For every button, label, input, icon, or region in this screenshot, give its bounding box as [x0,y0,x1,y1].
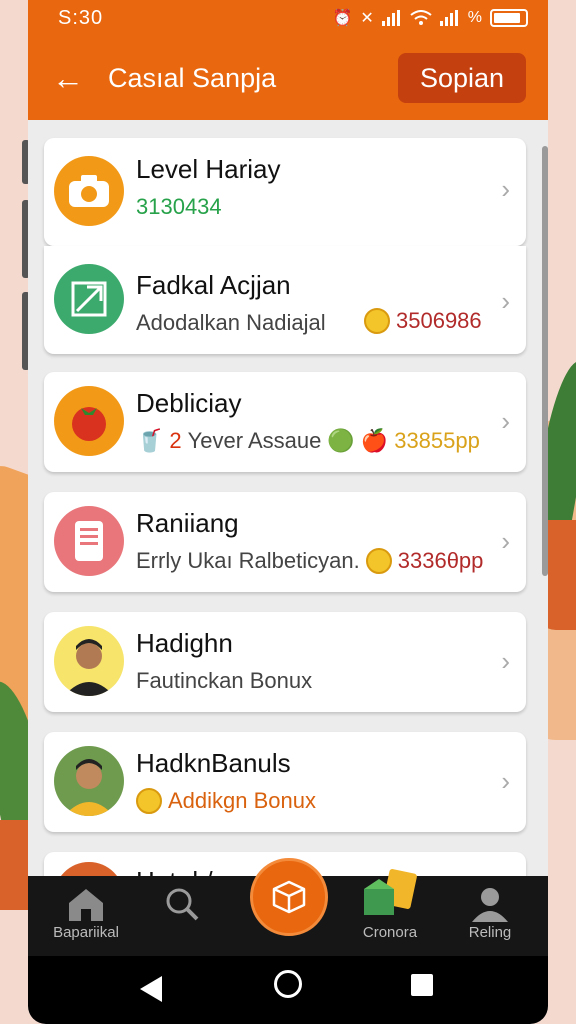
chevron-right-icon: › [501,766,510,796]
chevron-right-icon: › [501,526,510,556]
percent-icon: % [467,9,482,26]
chevron-right-icon: › [501,174,510,204]
chevron-right-icon: › [501,286,510,316]
scrollbar[interactable] [542,146,548,576]
item-subtitle-text: Adodalkan Nadiajal [136,310,326,335]
coin-icon [364,308,390,334]
nav-label: Cronora [362,924,418,941]
avatar-icon [64,759,114,816]
status-time: S:30 [58,6,104,29]
coins-icon [136,788,162,814]
page-title: Casıal Sanpja [108,62,277,93]
item-subtitle-text: Errly Ukaı Ralbeticyan. [136,548,360,573]
item-subtitle: Addikgn Bonux [136,788,316,814]
signal-icon [381,10,400,26]
gift-box-icon [364,869,417,915]
home-icon [69,889,103,921]
item-title: Raniiang [136,508,239,538]
chevron-right-icon: › [501,406,510,436]
item-value: 33855pp [394,428,480,453]
system-back-icon[interactable] [140,976,162,1002]
nav-search[interactable] [132,884,232,924]
camera-icon [54,156,124,226]
box-icon [272,880,306,914]
item-value: 3506986 [396,308,482,333]
system-home-icon[interactable] [274,970,302,998]
arrow-up-right-icon [54,264,124,334]
coins-icon [365,548,392,574]
apple-icon: 🍎 [360,428,389,453]
header-action-button[interactable]: Sopian [398,53,526,103]
nav-home[interactable]: Bapariikal [36,884,136,941]
list-item[interactable]: Fadkal Acjjan Adodalkan Nadiajal 3506986… [44,246,526,354]
list-item[interactable]: Level Hariay 3130434 › [44,138,526,246]
wifi-icon [410,10,432,25]
item-subtitle: Fautinckan Bonux [136,668,313,693]
person-icon [472,888,508,922]
tomato-icon [54,386,124,456]
nav-label: Reling [468,924,512,941]
system-navigation-bar [28,956,548,1024]
item-subtitle-count: 2 [169,428,182,453]
emoji-icon: 🟢 [327,428,355,453]
item-subtitle-text: Addikgn Bonux [168,788,316,813]
user-avatar [54,746,124,816]
phone-screen: S:30 ⏰ ✕ % ← Casıal Sanpja Sopian Level … [28,0,548,1024]
signal-icon [439,10,458,26]
drink-icon: 🥤 [136,428,164,453]
nav-gifts[interactable]: Cronora [340,869,440,941]
chevron-right-icon: › [501,646,510,676]
item-subtitle: 3130434 [136,194,222,219]
status-bar: S:30 ⏰ ✕ % [58,6,528,30]
item-subtitle-text: Yever Assaue [187,428,322,453]
item-title: Debliciay [136,388,242,418]
item-title: Level Hariay [136,154,281,184]
list-item[interactable]: Debliciay 🥤 2 Yever Assaue 🟢 🍎 33855pp › [44,372,526,472]
system-recents-icon[interactable] [411,974,433,996]
item-title: Hadighn [136,628,233,658]
item-subtitle: Adodalkan Nadiajal [136,310,326,336]
list-item[interactable]: Raniiang Errly Ukaı Ralbeticyan. 3336θpp… [44,492,526,592]
list-item[interactable]: HadknBanuls Addikgn Bonux › [44,732,526,832]
nav-label: Bapariikal [53,924,119,941]
item-subtitle: 🥤 2 Yever Assaue 🟢 🍎 33855pp [136,428,480,454]
document-icon [54,506,124,576]
avatar-icon [64,639,114,696]
search-icon [166,888,199,921]
user-avatar [54,626,124,696]
item-subtitle: Errly Ukaı Ralbeticyan. 3336θpp [136,548,483,574]
item-title: HadknBanuls [136,748,291,778]
item-value-group: 3506986 [364,308,482,334]
back-arrow-icon[interactable]: ← [28,50,108,106]
app-header: S:30 ⏰ ✕ % ← Casıal Sanpja Sopian [28,0,548,120]
center-action-button[interactable] [250,858,328,936]
nav-profile[interactable]: Reling [440,884,540,941]
item-title: Fadkal Acjjan [136,270,291,300]
battery-icon [490,9,528,27]
item-value: 3336θpp [397,548,484,573]
mute-icon: ✕ [360,10,374,27]
alarm-icon: ⏰ [332,10,353,27]
list-item[interactable]: Hadighn Fautinckan Bonux › [44,612,526,712]
